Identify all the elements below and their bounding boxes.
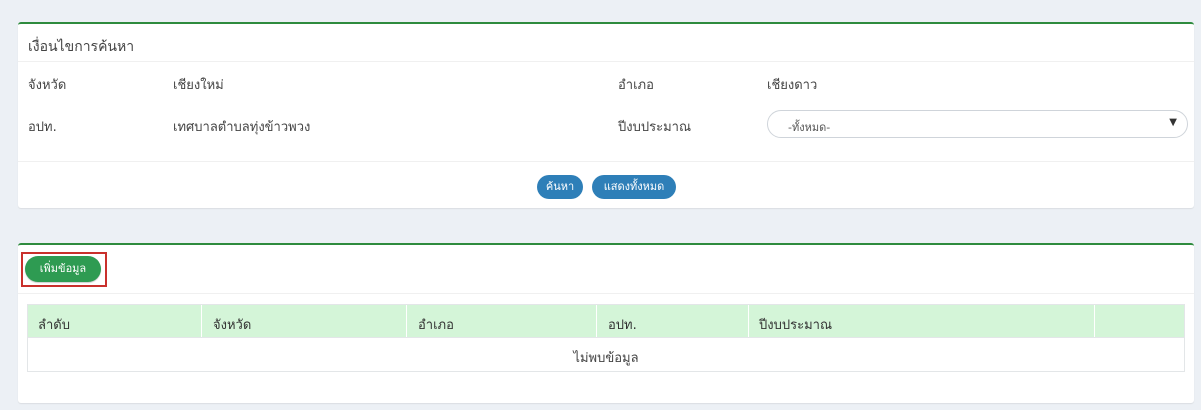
column-header-lao[interactable]: อปท. <box>608 314 637 335</box>
column-separator <box>596 305 597 337</box>
panel-divider <box>18 293 1194 294</box>
table-header: ลำดับ จังหวัด อำเภอ อปท. ปีงบประมาณ <box>28 305 1184 337</box>
column-separator <box>1094 305 1095 337</box>
results-panel: เพิ่มข้อมูล ลำดับ จังหวัด อำเภอ อปท. ปีง… <box>18 243 1194 403</box>
column-separator <box>201 305 202 337</box>
lao-label: อปท. <box>28 120 57 135</box>
column-separator <box>748 305 749 337</box>
fiscal-year-selected-value: -ทั้งหมด- <box>788 121 831 134</box>
lao-value: เทศบาลตำบลทุ่งข้าวพวง <box>173 120 311 135</box>
results-table: ลำดับ จังหวัด อำเภอ อปท. ปีงบประมาณ ไม่พ… <box>27 304 1185 372</box>
fiscal-year-label: ปีงบประมาณ <box>618 120 691 135</box>
search-button[interactable]: ค้นหา <box>537 175 583 199</box>
district-label: อำเภอ <box>618 78 654 93</box>
empty-table-message: ไม่พบข้อมูล <box>573 351 639 366</box>
fiscal-year-select[interactable]: -ทั้งหมด- ▼ <box>767 110 1188 138</box>
column-separator <box>406 305 407 337</box>
table-body: ไม่พบข้อมูล <box>28 337 1184 371</box>
add-data-button[interactable]: เพิ่มข้อมูล <box>25 256 101 282</box>
column-header-order[interactable]: ลำดับ <box>38 314 70 335</box>
search-conditions-panel: เงื่อนไขการค้นหา จังหวัด เชียงใหม่ อำเภอ… <box>18 22 1194 208</box>
caret-down-icon: ▼ <box>1169 117 1177 128</box>
panel-divider <box>18 161 1194 162</box>
column-header-province[interactable]: จังหวัด <box>213 314 251 335</box>
province-label: จังหวัด <box>28 78 67 93</box>
district-value: เชียงดาว <box>767 78 818 93</box>
show-all-button[interactable]: แสดงทั้งหมด <box>592 175 676 199</box>
province-value: เชียงใหม่ <box>173 78 224 93</box>
province-district-row: จังหวัด เชียงใหม่ อำเภอ เชียงดาว <box>18 74 1194 94</box>
column-header-district[interactable]: อำเภอ <box>418 314 454 335</box>
column-header-fiscal-year[interactable]: ปีงบประมาณ <box>759 314 832 335</box>
page-top <box>0 0 1201 12</box>
search-panel-title: เงื่อนไขการค้นหา <box>18 24 1194 62</box>
